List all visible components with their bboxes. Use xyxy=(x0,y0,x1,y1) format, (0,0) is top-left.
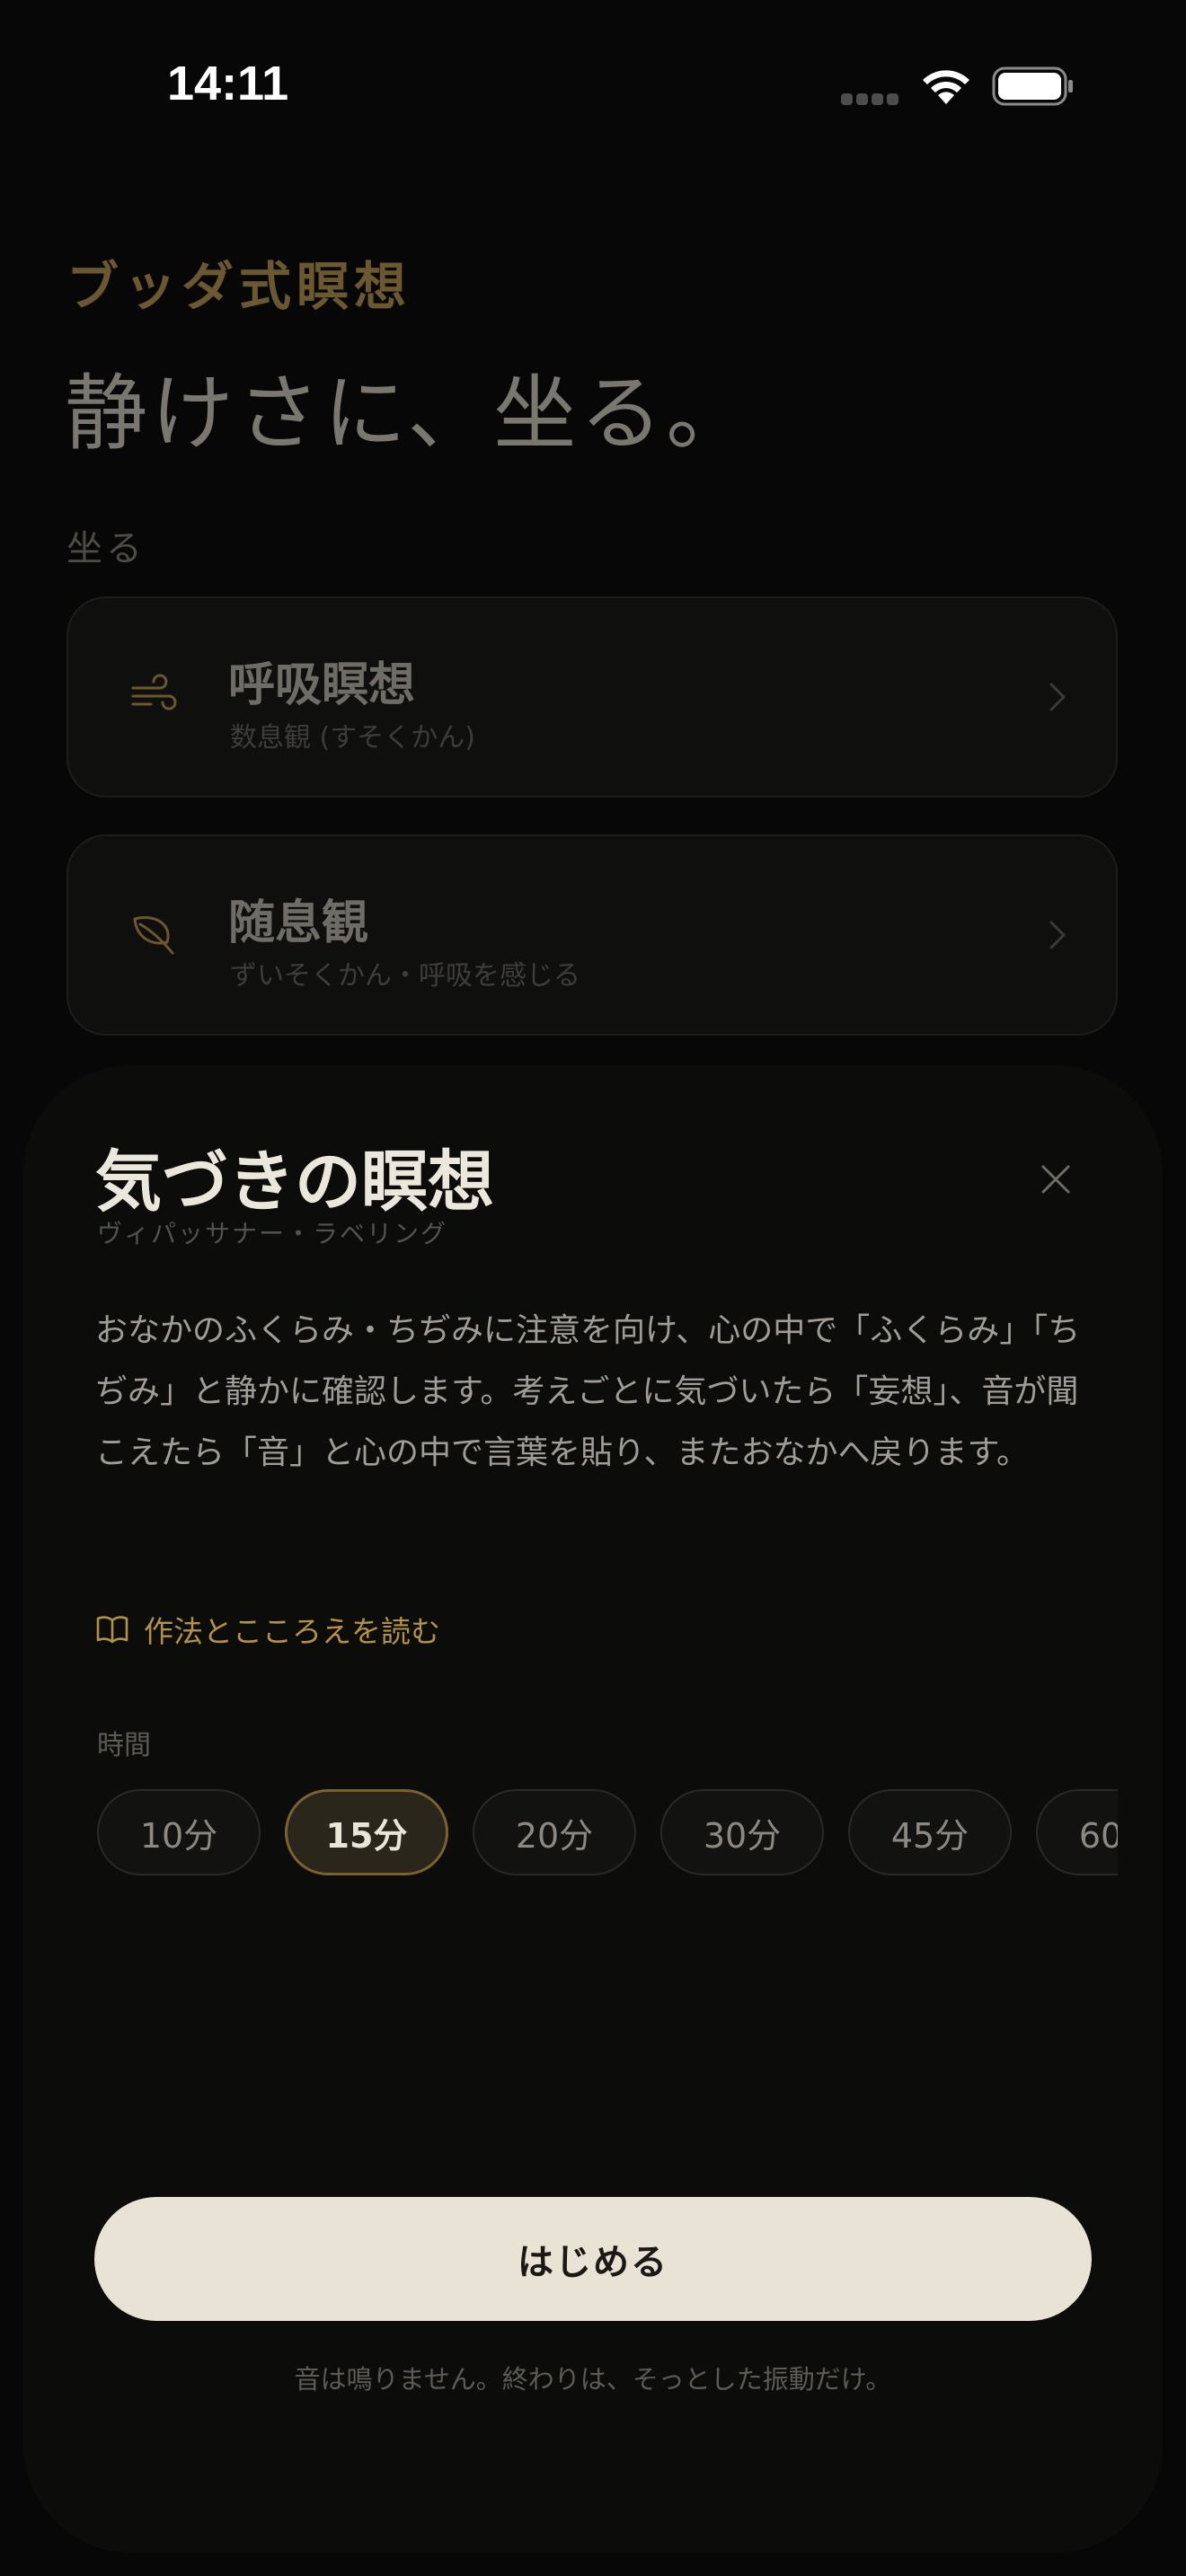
card-title: 随息観 xyxy=(228,895,369,950)
meditation-card-breathing[interactable]: 呼吸瞑想 数息観 (すそくかん) xyxy=(66,596,1118,798)
card-title: 呼吸瞑想 xyxy=(228,657,416,712)
meditation-card-zuisokukan[interactable]: 随息観 ずいそくかん・呼吸を感じる xyxy=(66,834,1118,1036)
card-subtitle: 数息観 (すそくかん) xyxy=(230,722,475,754)
footnote: 音は鳴りません。終わりは、そっとした振動だけ。 xyxy=(294,2364,892,2395)
sheet-subtitle: ヴィパッサナー・ラベリング xyxy=(97,1219,448,1248)
cellular-signal-icon xyxy=(841,93,900,106)
book-icon xyxy=(96,1616,128,1644)
duration-chip[interactable]: 45分 xyxy=(848,1789,1012,1875)
chevron-right-icon xyxy=(1049,683,1066,711)
start-button[interactable]: はじめる xyxy=(94,2197,1092,2321)
leaf-icon xyxy=(133,916,174,955)
duration-label: 時間 xyxy=(97,1730,151,1761)
duration-chip[interactable]: 10分 xyxy=(97,1789,261,1875)
meditation-detail-sheet: 気づきの瞑想 ヴィパッサナー・ラベリング おなかのふくらみ・ちぢみに注意を向け、… xyxy=(23,1065,1163,2553)
app-eyebrow: ブッダ式瞑想 xyxy=(66,256,412,317)
duration-chip[interactable]: 30分 xyxy=(660,1789,824,1875)
chevron-right-icon xyxy=(1049,921,1066,949)
read-guide-label: 作法とこころえを読む xyxy=(144,1614,440,1649)
duration-selector: 10分 15分 20分 30分 45分 60分 xyxy=(97,1789,1118,1883)
close-icon xyxy=(1041,1165,1070,1194)
wifi-icon xyxy=(923,70,969,104)
section-heading: 坐る xyxy=(66,528,146,569)
sheet-title: 気づきの瞑想 xyxy=(95,1143,494,1221)
page-title: 静けさに、坐る。 xyxy=(65,366,753,462)
wind-icon xyxy=(131,674,177,710)
duration-chip[interactable]: 60分 xyxy=(1036,1789,1118,1875)
card-subtitle: ずいそくかん・呼吸を感じる xyxy=(230,960,580,992)
read-guide-link[interactable]: 作法とこころえを読む xyxy=(95,1608,440,1651)
status-time: 14:11 xyxy=(167,57,289,110)
close-button[interactable] xyxy=(1028,1151,1084,1207)
battery-icon xyxy=(992,66,1073,106)
screen: 14:11 ブッダ式瞑想 静けさに、坐る。 坐る 呼吸瞑想 数息観 (すそくかん… xyxy=(0,0,1186,2576)
duration-chip[interactable]: 20分 xyxy=(473,1789,636,1875)
duration-chip-selected[interactable]: 15分 xyxy=(285,1789,448,1875)
sheet-description: おなかのふくらみ・ちぢみに注意を向け、心の中で「ふくらみ」「ちぢみ」と静かに確認… xyxy=(95,1312,1081,1471)
